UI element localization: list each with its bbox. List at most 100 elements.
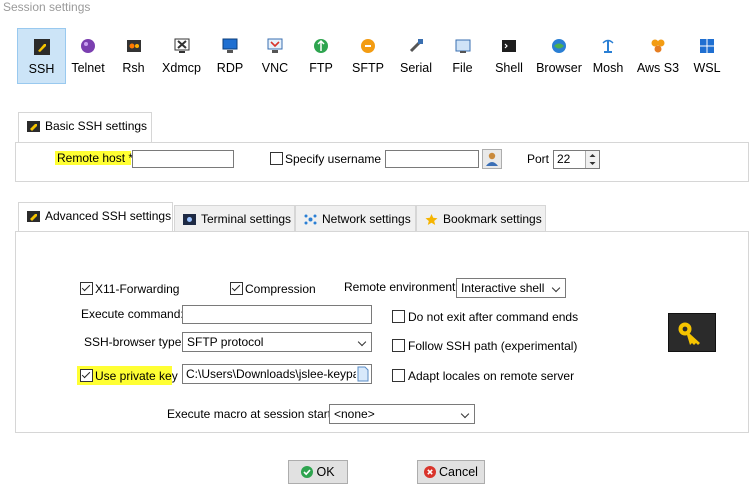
file-icon <box>357 366 369 382</box>
toolbar-button-sftp[interactable]: SFTP <box>344 28 392 82</box>
remote-environment-select[interactable]: Interactive shell <box>456 278 566 298</box>
cancel-button[interactable]: Cancel <box>417 460 485 484</box>
remote-environment-value: Interactive shell <box>461 281 545 295</box>
compression-checkbox[interactable] <box>230 282 243 295</box>
ssh-icon <box>27 121 40 132</box>
execute-macro-label: Execute macro at session start: <box>167 407 335 421</box>
shell-icon <box>502 40 516 52</box>
toolbar-label: Serial <box>400 61 432 75</box>
private-key-generator-button[interactable] <box>668 313 716 352</box>
wsl-icon <box>700 39 714 53</box>
private-key-path-field[interactable]: C:\Users\Downloads\jslee-keypair. <box>182 364 372 384</box>
key-icon <box>678 322 700 345</box>
execute-macro-select[interactable]: <none> <box>329 404 475 424</box>
toolbar-label: Rsh <box>122 61 145 75</box>
tab-bookmark-settings[interactable]: Bookmark settings <box>416 205 546 233</box>
toolbar-button-file[interactable]: File <box>440 28 485 82</box>
x11-forwarding-checkbox[interactable] <box>80 282 93 295</box>
follow-ssh-path-label: Follow SSH path (experimental) <box>408 339 578 353</box>
toolbar-button-telnet[interactable]: Telnet <box>64 28 112 82</box>
toolbar-button-rdp[interactable]: RDP <box>208 28 252 82</box>
tab-basic-ssh-settings[interactable]: Basic SSH settings <box>18 112 152 143</box>
chevron-down-icon <box>357 337 367 347</box>
ssh-browser-type-label: SSH-browser type: <box>84 335 185 349</box>
toolbar-button-wsl[interactable]: WSL <box>685 28 729 82</box>
x11-forwarding-label: X11-Forwarding <box>95 282 180 296</box>
toolbar-label: Aws S3 <box>636 61 680 75</box>
user-icon <box>486 152 498 166</box>
serial-icon <box>409 39 423 53</box>
ok-button[interactable]: OK <box>288 460 348 484</box>
cancel-label: Cancel <box>439 465 478 479</box>
aws-s3-icon <box>651 39 665 53</box>
port-stepper[interactable] <box>585 151 599 168</box>
vnc-icon <box>267 38 283 53</box>
rsh-icon <box>126 40 141 52</box>
use-private-key-checkbox[interactable] <box>80 369 93 382</box>
tab-network-settings[interactable]: Network settings <box>295 205 416 233</box>
toolbar-button-rsh[interactable]: Rsh <box>112 28 155 82</box>
tab-label: Terminal settings <box>201 212 292 226</box>
ssh-browser-type-select[interactable]: SFTP protocol <box>182 332 372 352</box>
check-circle-icon <box>301 466 314 478</box>
sftp-icon <box>361 39 375 53</box>
browse-file-button[interactable] <box>356 366 370 382</box>
ssh-icon <box>33 39 50 55</box>
specify-username-label: Specify username <box>285 152 382 166</box>
execute-command-label: Execute command: <box>81 307 184 321</box>
private-key-path-value: C:\Users\Downloads\jslee-keypair. <box>186 367 369 381</box>
mosh-icon <box>602 39 614 53</box>
specify-username-checkbox[interactable] <box>270 152 283 165</box>
user-picker-button[interactable] <box>482 149 502 169</box>
toolbar-label: File <box>452 61 473 75</box>
toolbar-button-shell[interactable]: Shell <box>485 28 533 82</box>
toolbar-button-ftp[interactable]: FTP <box>298 28 344 82</box>
tab-label: Advanced SSH settings <box>45 209 172 223</box>
username-input[interactable] <box>385 150 479 168</box>
browser-icon <box>552 39 566 53</box>
toolbar-button-aws-s3[interactable]: Aws S3 <box>631 28 685 82</box>
use-private-key-label: Use private key <box>95 369 178 383</box>
adapt-locales-label: Adapt locales on remote server <box>408 369 575 383</box>
toolbar-label: Browser <box>536 61 582 75</box>
port-label: Port <box>527 152 550 166</box>
toolbar-label: VNC <box>261 61 289 75</box>
tab-terminal-settings[interactable]: Terminal settings <box>174 205 295 233</box>
star-icon <box>425 214 438 225</box>
ftp-icon <box>314 39 328 53</box>
toolbar-label: Shell <box>495 61 523 75</box>
chevron-down-icon <box>460 409 470 419</box>
do-not-exit-checkbox[interactable] <box>392 310 405 323</box>
follow-ssh-path-checkbox[interactable] <box>392 339 405 352</box>
toolbar-button-mosh[interactable]: Mosh <box>585 28 631 82</box>
compression-label: Compression <box>245 282 316 296</box>
remote-host-label: Remote host * <box>57 151 134 165</box>
toolbar-button-vnc[interactable]: VNC <box>252 28 298 82</box>
tab-advanced-ssh-settings[interactable]: Advanced SSH settings <box>18 202 173 233</box>
toolbar-button-ssh[interactable]: SSH <box>17 28 66 84</box>
toolbar-button-browser[interactable]: Browser <box>533 28 585 82</box>
do-not-exit-label: Do not exit after command ends <box>408 310 579 324</box>
port-spinner[interactable]: 22 <box>553 150 600 169</box>
toolbar-label: SSH <box>28 62 55 76</box>
port-value: 22 <box>557 152 571 166</box>
adapt-locales-checkbox[interactable] <box>392 369 405 382</box>
spinner-arrows-icon <box>589 154 596 165</box>
toolbar-label: Telnet <box>71 61 105 75</box>
window-title: Session settings <box>3 0 91 14</box>
ok-label: OK <box>316 465 335 479</box>
execute-command-input[interactable] <box>182 305 372 324</box>
tab-label: Bookmark settings <box>443 212 542 226</box>
cancel-circle-icon <box>424 466 437 478</box>
remote-environment-label: Remote environment: <box>344 280 459 294</box>
rdp-icon <box>222 38 238 53</box>
terminal-icon <box>183 214 196 225</box>
execute-macro-value: <none> <box>334 407 375 421</box>
toolbar-label: Mosh <box>592 61 624 75</box>
toolbar-button-xdmcp[interactable]: Xdmcp <box>155 28 208 82</box>
remote-host-input[interactable] <box>132 150 234 168</box>
network-icon <box>304 214 317 225</box>
toolbar-label: FTP <box>309 61 333 75</box>
toolbar-button-serial[interactable]: Serial <box>392 28 440 82</box>
tab-label: Network settings <box>322 212 411 226</box>
